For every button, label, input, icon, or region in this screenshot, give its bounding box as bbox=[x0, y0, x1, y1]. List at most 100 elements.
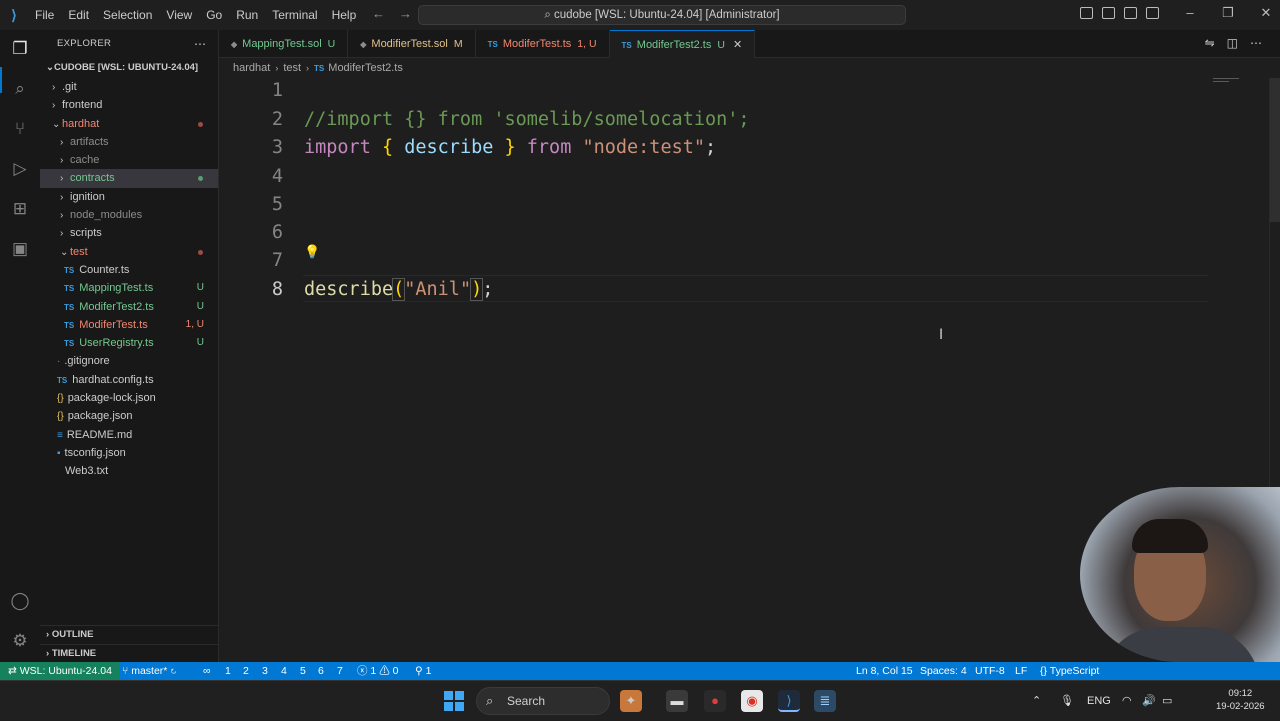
extensions-icon[interactable]: ⊞ bbox=[9, 198, 31, 220]
tree-item-gitignore[interactable]: · .gitignore bbox=[40, 352, 218, 370]
more-actions-icon[interactable]: ⋯ bbox=[1250, 36, 1262, 50]
tree-item-node-modules[interactable]: › node_modules bbox=[40, 206, 218, 224]
forward-arrow-icon[interactable]: → bbox=[399, 6, 412, 21]
run-debug-icon[interactable]: ▷ bbox=[9, 158, 31, 180]
microphone-icon[interactable]: 🎙 bbox=[1060, 681, 1074, 721]
menu-file[interactable]: File bbox=[28, 8, 61, 22]
language-indicator[interactable]: ENG bbox=[1087, 681, 1111, 721]
split-editor-icon[interactable]: ◫ bbox=[1227, 36, 1238, 50]
account-icon[interactable]: ◯ bbox=[9, 590, 31, 612]
tree-item-hardhat[interactable]: ⌄ hardhat bbox=[40, 115, 218, 133]
tree-item-package-json[interactable]: {} package.json bbox=[40, 407, 218, 425]
lightbulb-icon[interactable]: 💡 bbox=[304, 245, 320, 260]
search-view-icon[interactable]: ⌕ bbox=[9, 78, 31, 100]
menu-go[interactable]: Go bbox=[199, 8, 229, 22]
tree-item-ignition[interactable]: › ignition bbox=[40, 188, 218, 206]
breadcrumb-item[interactable]: test bbox=[283, 62, 301, 74]
tree-item-hardhat-config[interactable]: TS hardhat.config.ts bbox=[40, 371, 218, 389]
battery-icon[interactable]: ▭ bbox=[1162, 681, 1172, 721]
tree-item-userregistry-ts[interactable]: TS UserRegistry.ts U bbox=[40, 334, 218, 352]
outline-section[interactable]: › OUTLINE bbox=[40, 625, 219, 643]
customize-layout-icon[interactable] bbox=[1080, 7, 1093, 19]
tree-item-artifacts[interactable]: › artifacts bbox=[40, 133, 218, 151]
project-root[interactable]: ⌄CUDOBE [WSL: UBUNTU-24.04] bbox=[40, 58, 218, 78]
tree-item-contracts[interactable]: › contracts bbox=[40, 169, 218, 188]
tree-item-web3-txt[interactable]: Web3.txt bbox=[40, 462, 218, 480]
tree-item-scripts[interactable]: › scripts bbox=[40, 224, 218, 242]
toggle-secondary-sidebar-icon[interactable] bbox=[1146, 7, 1159, 19]
tree-item-counter-ts[interactable]: TS Counter.ts bbox=[40, 261, 218, 279]
tree-item-test[interactable]: ⌄ test bbox=[40, 243, 218, 261]
typescript-file-icon: TS bbox=[64, 302, 75, 312]
ports-icon[interactable]: ∞ bbox=[203, 662, 211, 680]
tab-modifertest2-ts[interactable]: TS ModiferTest2.ts U ✕ bbox=[609, 30, 756, 58]
git-branch[interactable]: ⑂ master* ↻ bbox=[122, 662, 177, 680]
menu-help[interactable]: Help bbox=[325, 8, 364, 22]
tree-item-mappingtest-ts[interactable]: TS MappingTest.ts U bbox=[40, 279, 218, 297]
chrome-app-icon[interactable]: ◉ bbox=[741, 690, 763, 712]
tree-item-modifertest2-ts[interactable]: TS ModiferTest2.ts U bbox=[40, 298, 218, 316]
recorder-app-icon[interactable]: ● bbox=[704, 690, 726, 712]
wifi-icon[interactable]: ◠ bbox=[1122, 681, 1132, 721]
minimize-icon[interactable]: – bbox=[1184, 5, 1196, 21]
remote-explorer-icon[interactable]: ▣ bbox=[9, 238, 31, 260]
language-mode[interactable]: {} TypeScript bbox=[1040, 662, 1099, 680]
port-3[interactable]: 3 bbox=[262, 662, 268, 680]
command-center[interactable]: ⌕ cudobe [WSL: Ubuntu-24.04] [Administra… bbox=[418, 5, 906, 25]
settings-gear-icon[interactable]: ⚙ bbox=[9, 630, 31, 652]
chevron-up-icon[interactable]: ⌃ bbox=[1032, 681, 1041, 721]
system-clock[interactable]: 09:12 19-02-2026 bbox=[1216, 687, 1265, 713]
menu-view[interactable]: View bbox=[159, 8, 199, 22]
toggle-panel-icon[interactable] bbox=[1124, 7, 1137, 19]
notepad-app-icon[interactable]: ≣ bbox=[814, 690, 836, 712]
scrollbar-thumb[interactable] bbox=[1270, 78, 1280, 222]
menu-selection[interactable]: Selection bbox=[96, 8, 159, 22]
breadcrumb-item[interactable]: hardhat bbox=[233, 62, 270, 74]
terminal-app-icon[interactable]: ▬ bbox=[666, 690, 688, 712]
vscode-app-icon[interactable]: ⟩ bbox=[778, 690, 800, 712]
minimap[interactable] bbox=[1213, 78, 1243, 92]
cursor-position[interactable]: Ln 8, Col 15 bbox=[856, 662, 913, 680]
menu-run[interactable]: Run bbox=[229, 8, 265, 22]
indentation[interactable]: Spaces: 4 bbox=[920, 662, 967, 680]
taskbar-search[interactable]: ⌕ Search bbox=[476, 687, 610, 715]
compare-changes-icon[interactable]: ⇋ bbox=[1205, 36, 1215, 50]
restore-icon[interactable]: ❐ bbox=[1222, 5, 1234, 21]
explorer-icon[interactable]: ❐ bbox=[9, 38, 31, 60]
remote-indicator[interactable]: ⇄ WSL: Ubuntu-24.04 bbox=[0, 662, 120, 680]
port-4[interactable]: 4 bbox=[281, 662, 287, 680]
breadcrumb-item[interactable]: ModiferTest2.ts bbox=[328, 62, 403, 74]
tree-item-cache[interactable]: › cache bbox=[40, 151, 218, 169]
menu-edit[interactable]: Edit bbox=[61, 8, 96, 22]
tree-item-label: ignition bbox=[70, 190, 105, 203]
line-ending[interactable]: LF bbox=[1015, 662, 1027, 680]
back-arrow-icon[interactable]: ← bbox=[372, 6, 385, 21]
encoding[interactable]: UTF-8 bbox=[975, 662, 1005, 680]
info-indicator[interactable]: ⚲ 1 bbox=[415, 662, 431, 680]
problems-indicator[interactable]: ⓧ 1 ⚠ 0 bbox=[357, 662, 398, 680]
tab-mappingtest-sol[interactable]: ◆ MappingTest.sol U bbox=[219, 30, 349, 58]
port-6[interactable]: 6 bbox=[318, 662, 324, 680]
close-tab-icon[interactable]: ✕ bbox=[733, 39, 742, 51]
tab-modifiertest-sol[interactable]: ◆ ModifierTest.sol M bbox=[348, 30, 476, 58]
close-window-icon[interactable]: ✕ bbox=[1260, 5, 1272, 21]
windows-start-icon[interactable] bbox=[444, 691, 464, 711]
source-control-icon[interactable]: ⑂ bbox=[9, 118, 31, 140]
tree-item-modifertest-ts[interactable]: TS ModiferTest.ts 1, U bbox=[40, 316, 218, 334]
tree-item-frontend[interactable]: › frontend bbox=[40, 96, 218, 114]
port-1[interactable]: 1 bbox=[225, 662, 231, 680]
widgets-app-icon[interactable]: ✦ bbox=[620, 690, 642, 712]
tab-modifertest-ts[interactable]: TS ModiferTest.ts 1, U bbox=[476, 30, 610, 58]
port-5[interactable]: 5 bbox=[300, 662, 306, 680]
toggle-primary-sidebar-icon[interactable] bbox=[1102, 7, 1115, 19]
timeline-section[interactable]: › TIMELINE bbox=[40, 644, 219, 662]
port-2[interactable]: 2 bbox=[243, 662, 249, 680]
tree-item-readme[interactable]: ≡ README.md bbox=[40, 426, 218, 444]
tree-item-git[interactable]: › .git bbox=[40, 78, 218, 96]
tree-item-tsconfig[interactable]: ▪ tsconfig.json bbox=[40, 444, 218, 462]
menu-terminal[interactable]: Terminal bbox=[265, 8, 324, 22]
port-7[interactable]: 7 bbox=[337, 662, 343, 680]
more-actions-icon[interactable]: ⋯ bbox=[194, 37, 206, 51]
volume-icon[interactable]: 🔊 bbox=[1142, 681, 1156, 721]
tree-item-package-lock[interactable]: {} package-lock.json bbox=[40, 389, 218, 407]
